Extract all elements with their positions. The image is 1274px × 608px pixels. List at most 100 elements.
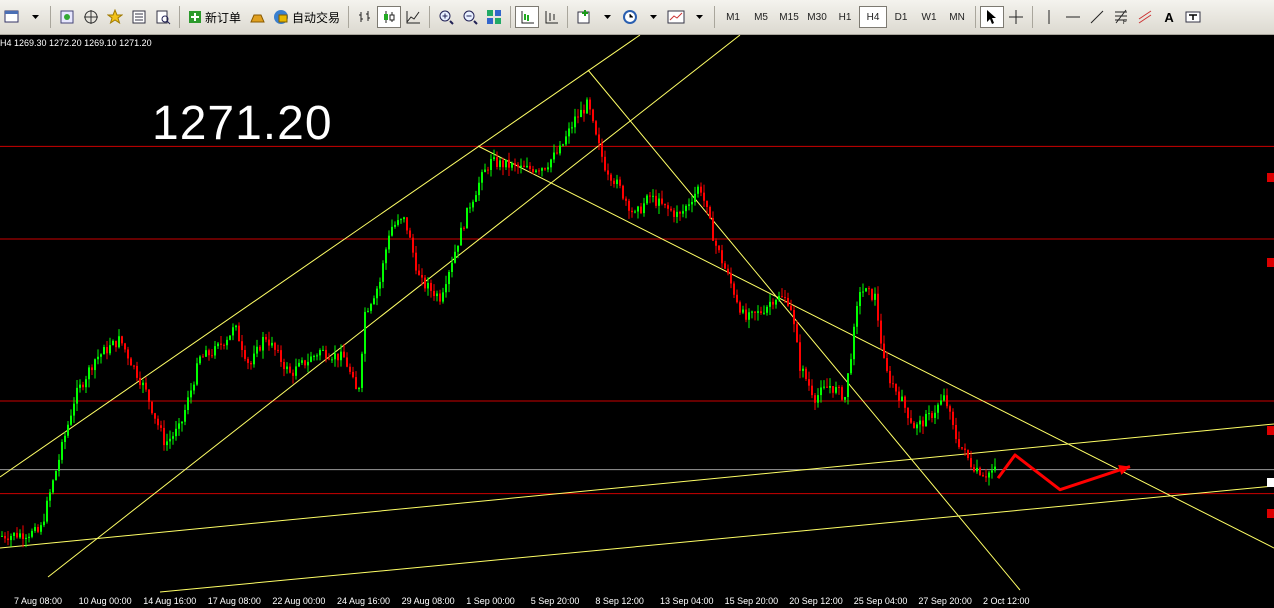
bull-candle [757,311,759,313]
bear-candle [346,357,348,367]
bear-candle [712,218,714,241]
timeframe-d1-button[interactable]: D1 [887,6,915,28]
bear-candle [631,210,633,213]
bull-candle [775,300,777,305]
crosshair-navigate-icon[interactable] [79,6,103,28]
bear-candle [220,343,222,345]
tile-windows-icon[interactable] [482,6,506,28]
new-order-button[interactable]: 新订单 [184,9,245,26]
bear-candle [607,170,609,175]
bull-candle [214,346,216,356]
bear-candle [799,342,801,371]
bear-candle [793,310,795,325]
time-axis: 7 Aug 08:00 10 Aug 00:00 14 Aug 16:00 17 Au… [0,596,1274,608]
cursor-icon[interactable] [980,6,1005,28]
templates-dropdown-icon[interactable] [688,6,710,28]
vertical-line-icon[interactable] [1037,6,1061,28]
timeframe-m5-button[interactable]: M5 [747,6,775,28]
bull-candle [901,396,903,401]
timeframe-mn-button[interactable]: MN [943,6,971,28]
bar-chart-icon[interactable] [353,6,377,28]
line-chart-icon[interactable] [401,6,425,28]
bull-candle [172,436,174,439]
bull-candle [565,136,567,145]
bull-candle [568,128,570,137]
bull-candle [478,182,480,196]
chart-shift-icon[interactable] [539,6,563,28]
templates-icon[interactable] [664,6,688,28]
bear-candle [670,208,672,211]
time-axis-label: 27 Sep 20:00 [918,596,972,606]
equidistant-channel-icon[interactable] [1133,6,1157,28]
timeframe-h4-button[interactable]: H4 [859,6,888,28]
bull-candle [943,395,945,401]
periodicity-dropdown-icon[interactable] [642,6,664,28]
time-axis-label: 25 Sep 04:00 [853,596,908,606]
bull-candle [196,363,198,385]
bull-candle [79,384,81,388]
fibonacci-icon[interactable]: F [1109,6,1133,28]
trendline-icon[interactable] [1085,6,1109,28]
bear-candle [304,360,306,366]
indicators-icon[interactable] [572,6,596,28]
favorites-icon[interactable] [103,6,127,28]
bull-candle [103,347,105,355]
periodicity-clock-icon[interactable] [618,6,642,28]
timeframe-w1-button[interactable]: W1 [915,6,943,28]
bear-candle [667,205,669,209]
text-tool-button[interactable]: A [1157,6,1181,28]
bear-candle [910,418,912,423]
bear-candle [544,168,546,170]
bear-candle [703,192,705,201]
toolbar-separator [1032,6,1034,28]
indicators-dropdown-icon[interactable] [596,6,618,28]
bull-candle [493,157,495,160]
time-axis-label: 13 Sep 04:00 [660,596,714,606]
main-toolbar: 新订单 自动交易 M1 M5 M15 M30 H1 H4 D1 W1 MN F … [0,0,1274,35]
autoscroll-icon[interactable] [515,6,540,28]
bull-candle [658,198,660,206]
bear-candle [745,309,747,320]
candlesticks-icon[interactable] [377,6,402,28]
bull-candle [190,390,192,398]
auto-trading-label: 自动交易 [292,10,341,25]
zoom-out-icon[interactable] [458,6,482,28]
bear-candle [760,311,762,313]
text-label-icon[interactable] [1181,6,1205,28]
timeframe-m1-button[interactable]: M1 [719,6,747,28]
bull-candle [865,288,867,292]
bull-candle [535,170,537,173]
new-chart-dropdown-icon[interactable] [24,6,46,28]
new-chart-icon[interactable] [0,6,24,28]
bear-candle [979,467,981,475]
bull-candle [586,99,588,114]
svg-text:F: F [1123,20,1127,25]
bull-candle [10,535,12,541]
bull-candle [469,207,471,209]
bear-candle [931,413,933,418]
auto-trading-button[interactable]: 自动交易 [269,9,344,26]
timeframe-h1-button[interactable]: H1 [831,6,859,28]
bull-candle [475,195,477,202]
crosshair-icon[interactable] [1004,6,1028,28]
bear-candle [904,396,906,408]
bear-candle [964,448,966,450]
horizontal-line-icon[interactable] [1061,6,1085,28]
bull-candle [562,144,564,146]
trendline [477,145,1274,549]
profiles-icon[interactable] [55,6,79,28]
bull-candle [445,284,447,293]
zoom-in-icon[interactable] [434,6,458,28]
bear-candle [955,424,957,440]
bear-candle [982,474,984,477]
bear-candle [160,425,162,428]
data-window-icon[interactable] [151,6,175,28]
bear-candle [157,418,159,426]
gold-icon[interactable] [245,6,269,28]
market-watch-icon[interactable] [127,6,151,28]
timeframe-m30-button[interactable]: M30 [803,6,831,28]
bull-candle [403,217,405,220]
timeframe-m15-button[interactable]: M15 [775,6,803,28]
bull-candle [31,530,33,537]
bull-candle [169,438,171,442]
